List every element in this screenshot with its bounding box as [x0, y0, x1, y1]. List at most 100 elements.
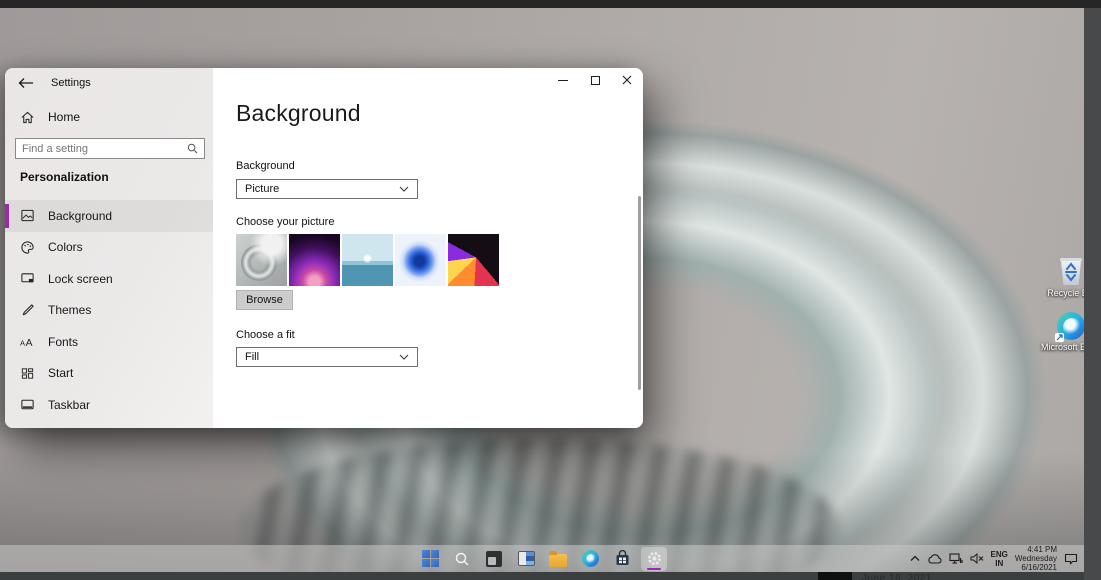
background-type-value: Picture: [245, 183, 279, 195]
search-input[interactable]: [16, 143, 187, 155]
close-button[interactable]: [611, 68, 643, 92]
chevron-down-icon: [399, 186, 409, 192]
home-label: Home: [48, 110, 80, 124]
shortcut-arrow-icon: [1055, 333, 1064, 342]
file-explorer-button[interactable]: [545, 547, 571, 571]
scrollbar[interactable]: [638, 196, 641, 390]
speaker-mute-icon: [970, 553, 984, 564]
page-title: Background: [236, 100, 361, 127]
sidebar-item-start[interactable]: Start: [5, 358, 213, 390]
active-app-indicator: [647, 568, 661, 570]
frame-top-strip: [0, 0, 1101, 8]
settings-gear-icon: [646, 550, 663, 567]
maximize-button[interactable]: [579, 68, 611, 92]
fit-select[interactable]: Fill: [236, 347, 418, 367]
maximize-icon: [591, 76, 600, 85]
sidebar-item-home[interactable]: Home: [5, 104, 213, 130]
browse-button[interactable]: Browse: [236, 290, 293, 310]
cloud-icon: [927, 554, 942, 564]
onedrive-button[interactable]: [927, 549, 942, 569]
chat-bubble-icon: [1064, 553, 1078, 565]
svg-text:A: A: [26, 338, 33, 349]
volume-button[interactable]: [970, 549, 984, 569]
settings-main-panel: Background Background Picture Choose you…: [213, 68, 643, 428]
calendar-peek-date: June 16, 2021: [862, 573, 932, 580]
thumbnail-blue-bloom[interactable]: [395, 234, 446, 286]
edge-label: Microsoft Edge: [1041, 342, 1084, 352]
thumbnail-purple-glow[interactable]: [289, 234, 340, 286]
back-arrow-icon: [18, 77, 34, 89]
choose-fit-label: Choose a fit: [236, 329, 295, 341]
edge-icon: [582, 550, 599, 567]
close-icon: [622, 75, 632, 85]
clock-time: 4:41 PM: [1015, 545, 1057, 554]
desktop-icons: Recycle Bin Microsoft Edge: [1038, 256, 1084, 352]
lock-screen-icon: [20, 271, 35, 286]
search-button[interactable]: [449, 547, 475, 571]
titlebar: Settings: [5, 68, 643, 98]
calendar-peek-block: [818, 572, 852, 580]
edge-shortcut[interactable]: Microsoft Edge: [1038, 312, 1084, 352]
chevron-down-icon: [399, 354, 409, 360]
fit-value: Fill: [245, 351, 259, 363]
section-label: Personalization: [20, 170, 109, 184]
start-grid-icon: [20, 366, 35, 381]
caption-buttons: [547, 68, 643, 92]
desktop: Recycle Bin Microsoft Edge Background Ba…: [0, 8, 1084, 572]
settings-button[interactable]: [641, 547, 667, 571]
notification-center-button[interactable]: [1064, 549, 1078, 569]
nav-label: Background: [48, 209, 112, 223]
nav-label: Colors: [48, 240, 83, 254]
taskbar: ENG IN 4:41 PM Wednesday 6/16/2021: [0, 545, 1084, 572]
taskbar-icon: [20, 397, 35, 412]
thumbnail-beach-sunrise[interactable]: [342, 234, 393, 286]
sidebar-nav: Background Colors Lock screen: [5, 200, 213, 421]
sidebar-item-taskbar[interactable]: Taskbar: [5, 389, 213, 421]
language-indicator[interactable]: ENG IN: [991, 550, 1008, 568]
tray-overflow-button[interactable]: [910, 549, 920, 569]
home-icon: [20, 110, 35, 125]
brush-icon: [20, 303, 35, 318]
screen: Recycle Bin Microsoft Edge Background Ba…: [0, 0, 1101, 580]
settings-window: Background Background Picture Choose you…: [5, 68, 643, 428]
window-title: Settings: [51, 77, 91, 89]
sidebar-item-colors[interactable]: Colors: [5, 232, 213, 264]
back-button[interactable]: [18, 75, 36, 91]
search-icon: [454, 551, 470, 567]
search-box: [15, 138, 205, 159]
frame-bottom-strip: June 16, 2021: [0, 572, 1084, 580]
sidebar-item-themes[interactable]: Themes: [5, 295, 213, 327]
sidebar-item-background[interactable]: Background: [5, 200, 213, 232]
clock-date: 6/16/2021: [1015, 563, 1057, 572]
network-icon: [949, 553, 963, 564]
nav-label: Start: [48, 366, 73, 380]
recycle-bin-shortcut[interactable]: Recycle Bin: [1038, 256, 1084, 298]
chevron-up-icon: [910, 555, 920, 562]
picture-thumbnails: [236, 234, 499, 286]
thumbnail-color-ribbons[interactable]: [448, 234, 499, 286]
frame-right-strip: [1084, 0, 1101, 580]
windows-start-icon: [422, 550, 439, 567]
store-button[interactable]: [609, 547, 635, 571]
file-explorer-icon: [549, 554, 567, 567]
store-icon: [614, 550, 631, 567]
widgets-button[interactable]: [513, 547, 539, 571]
task-view-button[interactable]: [481, 547, 507, 571]
clock-day: Wednesday: [1015, 554, 1057, 563]
palette-icon: [20, 240, 35, 255]
task-view-icon: [486, 551, 502, 567]
minimize-icon: [558, 80, 568, 81]
clock[interactable]: 4:41 PM Wednesday 6/16/2021: [1015, 545, 1057, 572]
edge-button[interactable]: [577, 547, 603, 571]
search-icon: [187, 143, 198, 154]
sidebar-item-lock-screen[interactable]: Lock screen: [5, 263, 213, 295]
minimize-button[interactable]: [547, 68, 579, 92]
sidebar-item-fonts[interactable]: A A Fonts: [5, 326, 213, 358]
start-button[interactable]: [417, 547, 443, 571]
network-button[interactable]: [949, 549, 963, 569]
system-tray: ENG IN 4:41 PM Wednesday 6/16/2021: [910, 545, 1078, 572]
fonts-icon: A A: [20, 334, 35, 349]
background-type-select[interactable]: Picture: [236, 179, 418, 199]
edge-icon: [1057, 312, 1084, 340]
thumbnail-gray-swirl[interactable]: [236, 234, 287, 286]
